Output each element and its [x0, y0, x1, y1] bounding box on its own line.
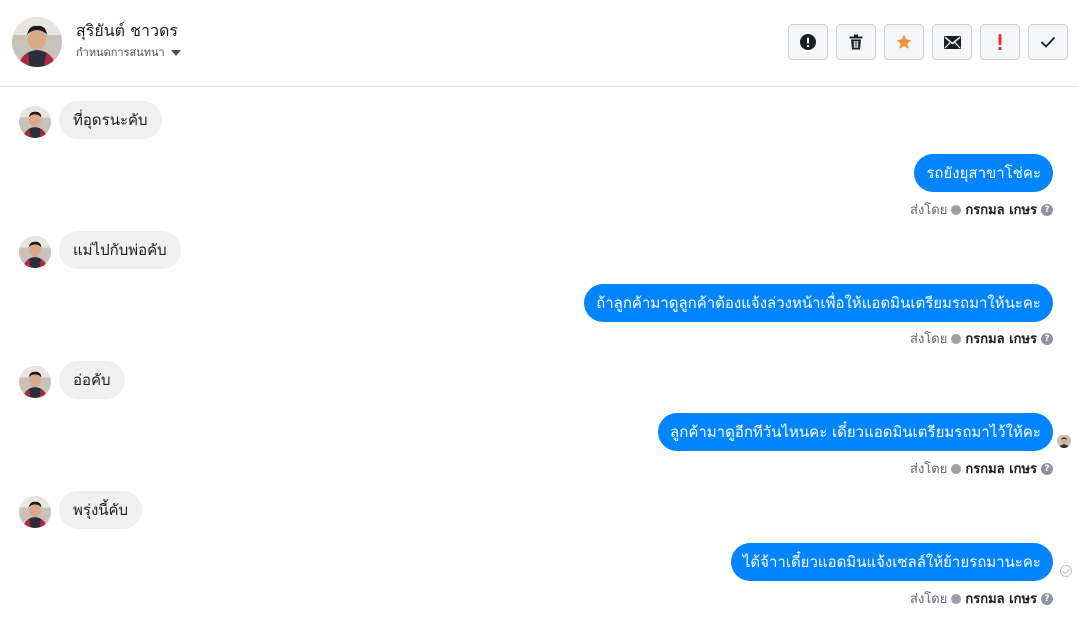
envelope-icon: [943, 35, 961, 49]
message-meta: ส่งโดย กรกมล เกษร ?: [910, 588, 1053, 609]
exclamation-icon: [998, 34, 1002, 50]
sent-check-icon: [1060, 565, 1072, 577]
mark-unread-button[interactable]: [932, 24, 972, 60]
seen-avatar: [1057, 434, 1071, 448]
contact-avatar-small: [19, 496, 51, 528]
outgoing-message-bubble[interactable]: รถยังยุสาขาโช่คะ: [914, 154, 1053, 192]
sender-name[interactable]: กรกมล เกษร: [965, 199, 1037, 220]
page-icon: [951, 593, 962, 604]
star-button[interactable]: [884, 24, 924, 60]
page-icon: [951, 333, 962, 344]
assign-label: กำหนดการสนทนา: [76, 46, 165, 59]
message-meta: ส่งโดย กรกมล เกษร ?: [910, 458, 1053, 479]
outgoing-message-bubble[interactable]: ลูกค้ามาดูอีกทีวันไหนคะ เดี๋ยวแอดมินเตรี…: [658, 413, 1053, 451]
page-icon: [951, 463, 962, 474]
message-meta: ส่งโดย กรกมล เกษร ?: [910, 328, 1053, 349]
sender-name[interactable]: กรกมล เกษร: [965, 458, 1037, 479]
message-thread: ที่อุดรนะคับ รถยังยุสาขาโช่คะ ส่งโดย กรก…: [0, 88, 1078, 637]
message-meta: ส่งโดย กรกมล เกษร ?: [910, 199, 1053, 220]
contact-name: สุริยันต์ ชาวดร: [76, 21, 178, 40]
sent-by-label: ส่งโดย: [910, 592, 948, 607]
help-icon[interactable]: ?: [1041, 203, 1053, 216]
trash-icon: [849, 34, 863, 50]
report-spam-button[interactable]: [788, 24, 828, 60]
conversation-toolbar: [788, 24, 1068, 60]
page-icon: [951, 204, 962, 215]
contact-avatar-small: [19, 106, 51, 138]
incoming-message-bubble[interactable]: อ่อคับ: [59, 361, 125, 399]
help-icon[interactable]: ?: [1041, 592, 1053, 605]
incoming-message-bubble[interactable]: ที่อุดรนะคับ: [59, 101, 162, 139]
incoming-message-bubble[interactable]: แม่ไปกับพ่อคับ: [59, 231, 181, 269]
outgoing-message-bubble[interactable]: ได้จ้าาเดี๋ยวแอดมินแจ้งเซลล์ให้ย้ายรถมาน…: [730, 543, 1053, 581]
outgoing-message-bubble[interactable]: ถ้าลูกค้ามาดูลูกค้าต้องแจ้งล่วงหน้าเพื่อ…: [584, 284, 1053, 322]
sent-by-label: ส่งโดย: [910, 203, 948, 218]
assign-conversation-dropdown[interactable]: กำหนดการสนทนา: [76, 43, 181, 61]
help-icon[interactable]: ?: [1041, 332, 1053, 345]
sent-by-label: ส่งโดย: [910, 462, 948, 477]
check-icon: [1040, 36, 1056, 48]
sender-name[interactable]: กรกมล เกษร: [965, 328, 1037, 349]
exclamation-circle-icon: [800, 34, 816, 50]
conversation-header: สุริยันต์ ชาวดร กำหนดการสนทนา: [0, 0, 1078, 87]
delete-button[interactable]: [836, 24, 876, 60]
help-icon[interactable]: ?: [1041, 462, 1053, 475]
contact-avatar[interactable]: [12, 17, 62, 67]
contact-avatar-small: [19, 366, 51, 398]
follow-up-button[interactable]: [980, 24, 1020, 60]
sent-by-label: ส่งโดย: [910, 332, 948, 347]
contact-avatar-small: [19, 236, 51, 268]
sender-name[interactable]: กรกมล เกษร: [965, 588, 1037, 609]
star-icon: [896, 34, 912, 49]
caret-down-icon: [170, 49, 181, 56]
incoming-message-bubble[interactable]: พรุ่งนี้คับ: [59, 491, 143, 529]
mark-done-button[interactable]: [1028, 24, 1068, 60]
